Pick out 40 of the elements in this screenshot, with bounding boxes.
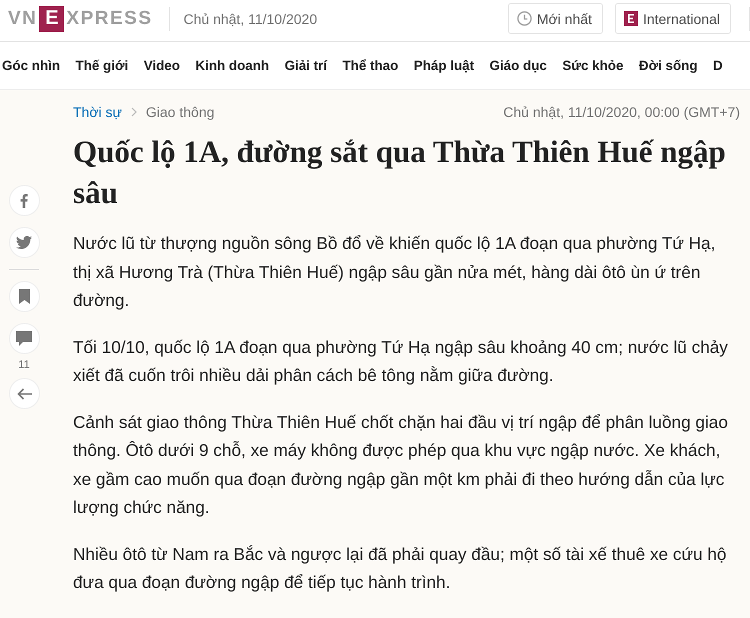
header-date: Chủ nhật, 11/10/2020 [184,10,318,26]
nav-link[interactable]: Thế giới [76,58,128,73]
facebook-button[interactable] [8,185,40,216]
breadcrumb-link[interactable]: Giao thông [146,104,214,120]
nav-link[interactable]: D [713,58,723,73]
nav-link[interactable]: Pháp luật [414,58,474,73]
bookmark-icon [18,289,30,304]
nav-link[interactable]: Giải trí [284,58,327,73]
bookmark-button[interactable] [8,281,40,312]
nav-link[interactable]: Góc nhìn [2,58,60,73]
logo-text: XPRESS [66,8,152,30]
publish-time: Chủ nhật, 11/10/2020, 00:00 (GMT+7) [503,104,740,120]
article-title: Quốc lộ 1A, đường sắt qua Thừa Thiên Huế ngập sâu [73,133,727,212]
article-paragraph: Nhiều ôtô từ Nam ra Bắc và ngược lại đã phải quay đầu; một số tài xế thuê xe cứu hộ đưa qua đoạn đường ngập để tiếp tục hành trình. [73,542,728,594]
chevron-icon [130,107,137,117]
logo-icon [624,11,638,26]
article-paragraph: Cảnh sát giao thông Thừa Thiên Huế chốt chặn hai đầu vị trí ngập để phân luồng giao thông. Ôtô dưới 9 chỗ, xe máy không được phép qua khu vực ngập nước. Xe khách, xe gầm cao muốn qua đoạn đường ngập gần một km phải đi theo hướng dẫn của lực lượng chức năng. [73,410,728,519]
speech-bubble-icon [16,331,32,346]
international-button[interactable]: International [614,3,731,34]
clock-icon [516,11,532,26]
nav-link[interactable]: Sức khỏe [562,58,624,73]
article-paragraph: Tối 10/10, quốc lộ 1A đoạn qua phường Tứ Hạ ngập sâu khoảng 40 cm; nước lũ chảy xiết đã cuốn trôi nhiều dải phân cách bê tông nằm giữa đường. [73,336,728,387]
nav-link[interactable]: Giáo dục [490,58,547,73]
back-arrow-icon [16,388,32,400]
comment-button[interactable] [8,323,40,354]
back-button[interactable] [8,378,40,409]
nav-link[interactable]: Video [144,58,180,73]
article-paragraph: Nước lũ từ thượng nguồn sông Bồ đổ về khiến quốc lộ 1A đoạn qua phường Tứ Hạ, thị xã Hương Trà (Thừa Thiên Huế) ngập sâu gần nửa mét, hàng dài ôtô ùn ứ trên đường. [73,232,716,312]
logo-mark: E [39,6,64,32]
breadcrumb-link[interactable]: Thời sự [73,104,122,120]
nav-link[interactable]: Đời sống [638,58,698,73]
logo-text: VN [8,8,38,30]
nav-link[interactable]: Thể thao [342,58,398,73]
facebook-icon [20,194,28,208]
latest-news-button[interactable]: Mới nhất [508,3,603,34]
logo[interactable]: VN E XPRESS [8,6,152,32]
nav-link[interactable]: Kinh doanh [195,58,270,73]
bird-icon [16,236,32,249]
twitter-button[interactable] [8,227,40,258]
comment-count: 11 [18,359,30,371]
